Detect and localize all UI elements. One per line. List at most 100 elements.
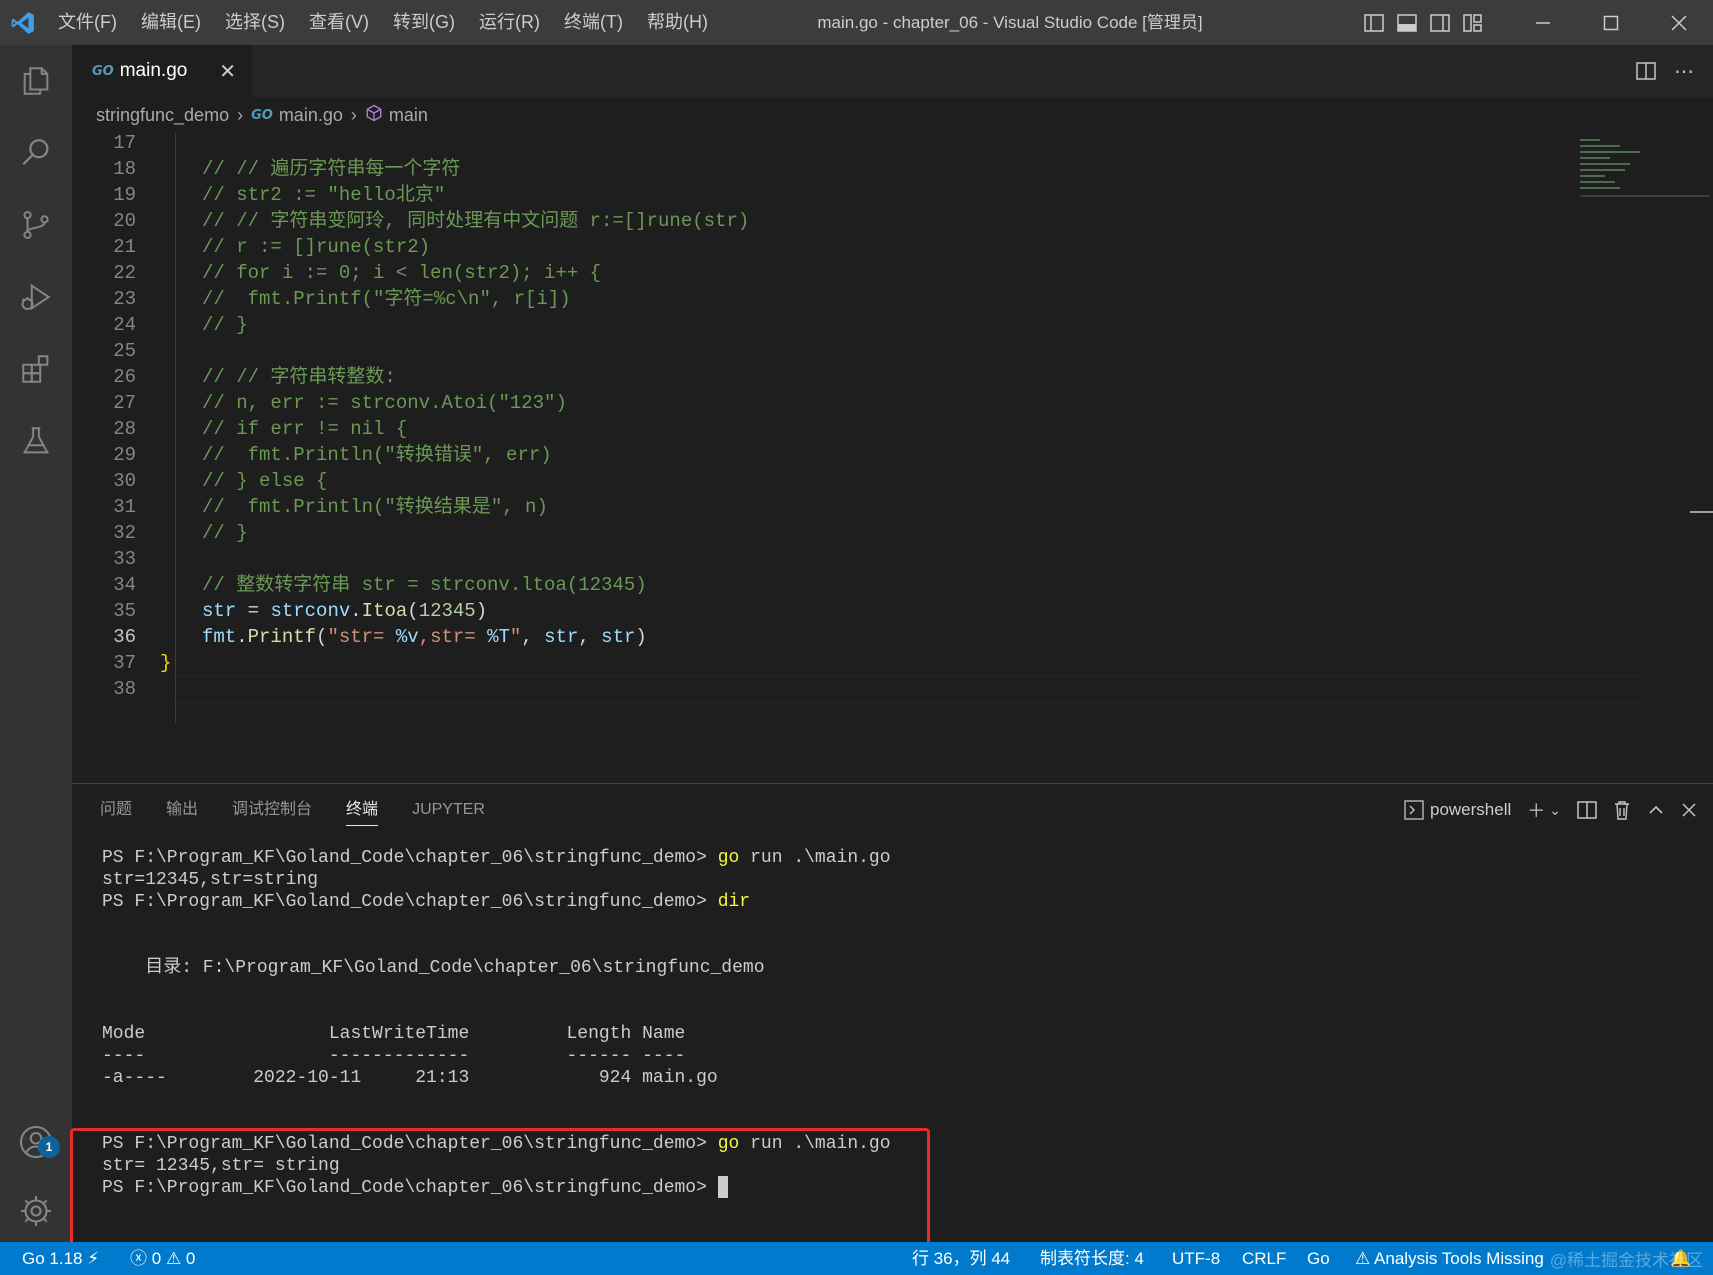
toggle-panel-icon[interactable] — [1390, 0, 1423, 45]
terminal-args: run .\main.go — [739, 848, 891, 868]
code-text: // 整数转字符串 str = strconv.ltoa(12345) — [202, 574, 647, 596]
code-line[interactable]: 18 // // 遍历字符串每一个字符 — [72, 155, 1572, 183]
tab-debug-console[interactable]: 调试控制台 — [232, 784, 312, 836]
code-line[interactable]: 38 — [72, 675, 1572, 703]
minimap[interactable] — [1572, 133, 1713, 205]
extensions-icon[interactable] — [0, 333, 72, 405]
code-line[interactable]: 35 str = strconv.Itoa(12345) — [72, 597, 1572, 625]
scrollbar-marker — [1690, 511, 1713, 513]
terminal-line: -a---- 2022-10-11 21:13 924 main.go — [102, 1068, 718, 1088]
new-terminal-icon[interactable]: ＋ — [1527, 797, 1545, 823]
warning-icon: ⚠ — [1355, 1249, 1371, 1268]
maximize-icon[interactable] — [1577, 0, 1645, 45]
code-editor[interactable]: 17 18 // // 遍历字符串每一个字符 19 // str2 := "hello北… — [72, 133, 1713, 783]
code-line[interactable]: 27 // n, err := strconv.Atoi("123") — [72, 389, 1572, 417]
code-line[interactable]: 36 fmt.Printf("str= %v,str= %T", str, str… — [72, 623, 1572, 651]
terminal-line: PS F:\Program_KF\Goland_Code\chapter_06\… — [102, 890, 750, 914]
code-text: // } — [202, 522, 248, 544]
explorer-icon[interactable] — [0, 45, 72, 117]
code-line[interactable]: 26 // // 字符串转整数: — [72, 363, 1572, 391]
code-line[interactable]: 23 // fmt.Printf("字符=%c\n", r[i]) — [72, 285, 1572, 313]
menu-run[interactable]: 运行(R) — [467, 0, 552, 45]
menu-go[interactable]: 转到(G) — [381, 0, 467, 45]
problems-status[interactable]: ⓧ 0 ⚠ 0 — [130, 1242, 195, 1275]
run-debug-icon[interactable] — [0, 261, 72, 333]
line-number: 27 — [113, 392, 136, 414]
code-line[interactable]: 17 — [72, 133, 1572, 157]
line-number: 26 — [113, 366, 136, 388]
menu-view[interactable]: 查看(V) — [297, 0, 381, 45]
line-number: 17 — [113, 133, 136, 154]
terminal-prompt: PS F:\Program_KF\Goland_Code\chapter_06\… — [102, 892, 718, 912]
breadcrumb-folder[interactable]: stringfunc_demo — [96, 105, 229, 126]
code-line[interactable]: 33 — [72, 545, 1572, 573]
terminal-line: Mode LastWriteTime Length Name — [102, 1024, 686, 1044]
code-text: // if err != nil { — [202, 418, 408, 440]
terminal-shell-selector[interactable]: powershell — [1404, 800, 1511, 820]
chevron-right-icon: › — [237, 104, 244, 125]
code-line[interactable]: 25 — [72, 337, 1572, 365]
language-mode[interactable]: Go — [1307, 1242, 1330, 1275]
analysis-tools-status[interactable]: ⚠ Analysis Tools Missing — [1355, 1242, 1544, 1275]
menu-selection[interactable]: 选择(S) — [213, 0, 297, 45]
code-line[interactable]: 32 // } — [72, 519, 1572, 547]
code-line[interactable]: 31 // fmt.Println("转换结果是", n) — [72, 493, 1572, 521]
code-line[interactable]: 21 // r := []rune(str2) — [72, 233, 1572, 261]
tab-main-go[interactable]: GO main.go ✕ — [72, 45, 252, 97]
tab-size[interactable]: 制表符长度: 4 — [1040, 1242, 1144, 1275]
encoding[interactable]: UTF-8 — [1172, 1242, 1220, 1275]
tab-jupyter[interactable]: JUPYTER — [412, 784, 485, 836]
line-number: 24 — [113, 314, 136, 336]
close-window-icon[interactable] — [1645, 0, 1713, 45]
tab-terminal[interactable]: 终端 — [346, 784, 379, 836]
line-number: 20 — [113, 210, 136, 232]
code-text: // // 字符串变阿玲, 同时处理有中文问题 r:=[]rune(str) — [202, 210, 750, 232]
split-terminal-icon[interactable] — [1577, 801, 1597, 819]
code-line[interactable]: 20 // // 字符串变阿玲, 同时处理有中文问题 r:=[]rune(str) — [72, 207, 1572, 235]
settings-gear-icon[interactable] — [0, 1175, 72, 1247]
breadcrumb-file[interactable]: main.go — [279, 105, 343, 126]
more-actions-icon[interactable]: ⋯ — [1665, 59, 1703, 84]
breadcrumb-symbol[interactable]: main — [389, 105, 428, 126]
go-file-icon: GO — [251, 107, 273, 123]
testing-icon[interactable] — [0, 405, 72, 477]
end-of-line[interactable]: CRLF — [1242, 1242, 1286, 1275]
close-tab-icon[interactable]: ✕ — [219, 59, 236, 84]
go-version[interactable]: Go 1.18 ⚡ — [22, 1242, 99, 1275]
terminal-command: go — [717, 848, 740, 868]
menu-edit[interactable]: 编辑(E) — [129, 0, 213, 45]
accounts-icon[interactable] — [0, 1106, 72, 1178]
menu-bar: 文件(F) 编辑(E) 选择(S) 查看(V) 转到(G) 运行(R) 终端(T… — [46, 0, 720, 45]
menu-terminal[interactable]: 终端(T) — [552, 0, 635, 45]
code-line[interactable]: 28 // if err != nil { — [72, 415, 1572, 443]
cursor-position[interactable]: 行 36，列 44 — [912, 1242, 1010, 1275]
code-line[interactable]: 30 // } else { — [72, 467, 1572, 495]
editor-actions: ⋯ — [1627, 45, 1703, 97]
menu-file[interactable]: 文件(F) — [46, 0, 129, 45]
code-line[interactable]: 19 // str2 := "hello北京" — [72, 181, 1572, 209]
code-line[interactable]: 34 // 整数转字符串 str = strconv.ltoa(12345) — [72, 571, 1572, 599]
tab-output[interactable]: 输出 — [166, 784, 198, 836]
toggle-secondary-sidebar-icon[interactable] — [1423, 0, 1456, 45]
search-icon[interactable] — [0, 117, 72, 189]
maximize-panel-icon[interactable] — [1647, 801, 1665, 819]
split-editor-icon[interactable] — [1627, 62, 1665, 80]
menu-help[interactable]: 帮助(H) — [635, 0, 720, 45]
code-line[interactable]: 37} — [72, 649, 1572, 677]
code-text: // // 遍历字符串每一个字符 — [202, 158, 461, 180]
line-number: 35 — [113, 600, 136, 622]
close-panel-icon[interactable] — [1681, 802, 1697, 818]
toggle-sidebar-icon[interactable] — [1357, 0, 1390, 45]
source-control-icon[interactable] — [0, 189, 72, 261]
customize-layout-icon[interactable] — [1456, 0, 1489, 45]
vscode-logo-icon — [0, 0, 46, 45]
chevron-down-icon[interactable]: ⌄ — [1549, 802, 1561, 819]
minimize-icon[interactable] — [1509, 0, 1577, 45]
trash-icon[interactable] — [1613, 800, 1631, 820]
code-line[interactable]: 22 // for i := 0; i < len(str2); i++ { — [72, 259, 1572, 287]
code-line[interactable]: 29 // fmt.Println("转换错误", err) — [72, 441, 1572, 469]
tab-problems[interactable]: 问题 — [100, 784, 132, 836]
code-line[interactable]: 24 // } — [72, 311, 1572, 339]
code-text: // for i := 0; i < len(str2); i++ { — [202, 262, 602, 284]
code-text: // } else { — [202, 470, 328, 492]
